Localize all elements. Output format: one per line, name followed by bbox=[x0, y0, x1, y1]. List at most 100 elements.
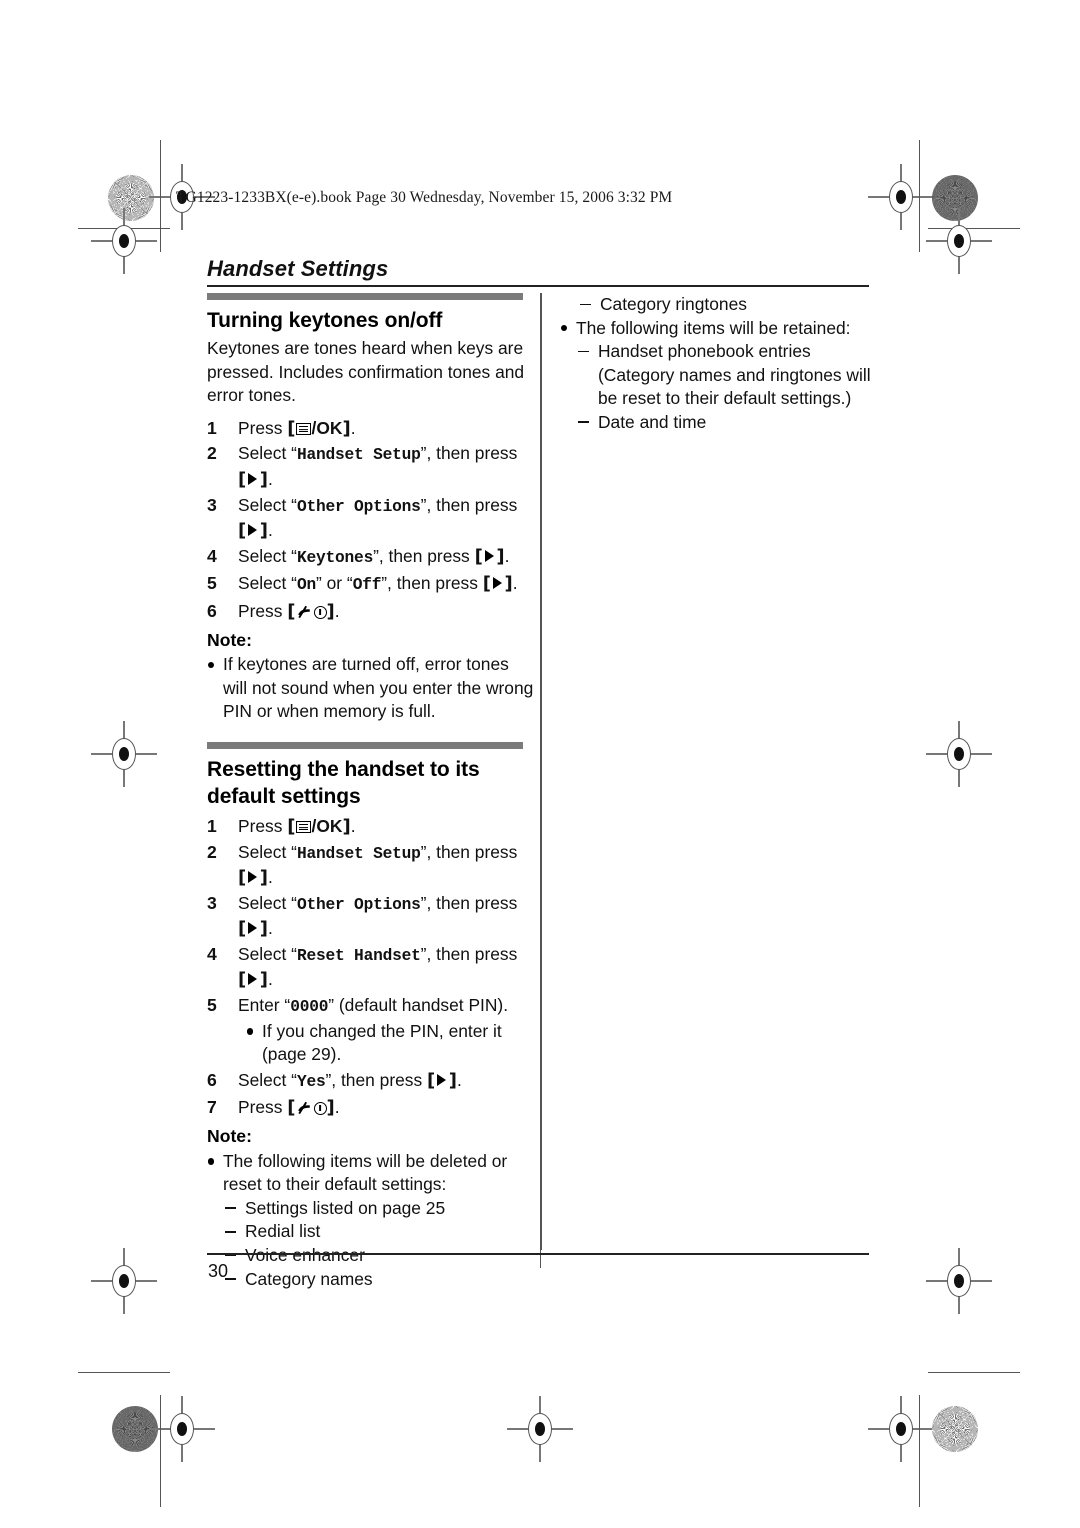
step-text: Press []. bbox=[238, 600, 340, 622]
section-bar bbox=[207, 741, 523, 749]
deleted-items-list: Settings listed on page 25 Redial list V… bbox=[223, 1197, 537, 1291]
note-item: The following items will be retained: Ha… bbox=[560, 317, 890, 435]
registration-mark-icon bbox=[507, 1396, 573, 1462]
right-arrow-key-icon: [] bbox=[482, 573, 513, 595]
step-item: 7 Press []. bbox=[207, 1096, 537, 1120]
bullet-icon bbox=[208, 661, 215, 669]
step-number: 4 bbox=[207, 545, 217, 566]
dash-icon bbox=[578, 421, 589, 424]
bullet-icon bbox=[561, 325, 568, 332]
step-item: 2 Select “Handset Setup”, then press []. bbox=[207, 442, 537, 491]
crop-line bbox=[78, 1372, 170, 1374]
list-item: Voice enhancer bbox=[223, 1244, 537, 1268]
step-item: 2 Select “Handset Setup”, then press []. bbox=[207, 841, 537, 890]
menu-value: Off bbox=[352, 576, 382, 595]
step-text: Press [/OK]. bbox=[238, 417, 356, 439]
step-number: 1 bbox=[207, 417, 217, 438]
crop-line bbox=[160, 140, 162, 252]
note-text: The following items will be retained: bbox=[576, 317, 851, 338]
item-text: Category ringtones bbox=[600, 294, 747, 314]
step-list: 1 Press [/OK]. 2 Select “Handset Setup”,… bbox=[207, 815, 537, 1120]
registration-mark-icon bbox=[926, 721, 992, 787]
rosette-density-mark-icon bbox=[932, 1406, 978, 1452]
step-item: 6 Select “Yes”, then press []. bbox=[207, 1069, 537, 1095]
substep-list: If you changed the PIN, enter it (page 2… bbox=[246, 1020, 537, 1067]
menu-value: Keytones bbox=[296, 548, 374, 567]
running-head-title: Handset Settings bbox=[207, 256, 389, 281]
right-arrow-key-icon: [] bbox=[427, 1069, 457, 1091]
step-item: 1 Press [/OK]. bbox=[207, 417, 537, 441]
dash-icon bbox=[225, 1207, 236, 1209]
note-text: If keytones are turned off, error tones … bbox=[223, 654, 534, 722]
step-number: 2 bbox=[207, 841, 217, 862]
running-head-rule bbox=[207, 285, 869, 287]
section-bar bbox=[207, 293, 523, 300]
menu-value: Yes bbox=[296, 1072, 326, 1091]
registration-mark-icon bbox=[868, 164, 934, 230]
rosette-density-mark-icon bbox=[932, 175, 978, 221]
right-arrow-key-icon: [] bbox=[238, 969, 268, 991]
book-file-header: TG1223-1233BX(e-e).book Page 30 Wednesda… bbox=[176, 189, 673, 206]
column-divider bbox=[540, 293, 542, 1250]
step-number: 4 bbox=[207, 943, 217, 964]
step-number: 1 bbox=[207, 815, 217, 836]
list-item: Settings listed on page 25 bbox=[223, 1197, 537, 1221]
crop-line bbox=[928, 1372, 1020, 1374]
substep-text: If you changed the PIN, enter it (page 2… bbox=[262, 1020, 502, 1065]
step-text: Select “Handset Setup”, then press []. bbox=[238, 841, 518, 889]
note-item: If keytones are turned off, error tones … bbox=[207, 653, 537, 724]
step-text: Select “Yes”, then press []. bbox=[238, 1069, 462, 1091]
note-item: The following items will be deleted or r… bbox=[207, 1150, 537, 1292]
step-item: 1 Press [/OK]. bbox=[207, 815, 537, 839]
step-number: 3 bbox=[207, 494, 217, 515]
item-text: Date and time bbox=[598, 411, 707, 432]
retained-note-list: The following items will be retained: Ha… bbox=[560, 317, 890, 435]
rosette-density-mark-icon bbox=[108, 175, 154, 221]
step-text: Press []. bbox=[238, 1097, 340, 1119]
section-resetting-handset: Resetting the handset to its default set… bbox=[207, 741, 537, 1292]
pin-value: 0000 bbox=[290, 998, 329, 1017]
bullet-icon bbox=[247, 1028, 254, 1035]
menu-value: Handset Setup bbox=[296, 844, 421, 863]
menu-ok-key-icon: [/OK] bbox=[287, 815, 351, 837]
crop-line bbox=[919, 140, 921, 252]
list-item: Date and time bbox=[576, 411, 890, 435]
note-label: Note: bbox=[207, 1126, 252, 1147]
menu-value: Reset Handset bbox=[296, 946, 421, 965]
step-item: 5 Enter “0000” (default handset PIN). If… bbox=[207, 994, 537, 1067]
footer-rule bbox=[207, 1253, 869, 1255]
menu-value: Other Options bbox=[296, 895, 421, 914]
registration-mark-icon bbox=[91, 1248, 157, 1314]
step-item: 5 Select “On” or “Off”, then press []. bbox=[207, 572, 537, 598]
note-label: Note: bbox=[207, 629, 252, 650]
list-item: Redial list bbox=[223, 1220, 537, 1244]
dash-icon bbox=[580, 303, 591, 306]
menu-value: Other Options bbox=[296, 497, 421, 516]
right-column: Category ringtones The following items w… bbox=[560, 293, 890, 435]
dash-icon bbox=[578, 350, 589, 353]
right-arrow-key-icon: [] bbox=[238, 918, 268, 940]
step-text: Select “Keytones”, then press []. bbox=[238, 545, 510, 567]
step-number: 3 bbox=[207, 892, 217, 913]
dash-icon bbox=[225, 1230, 236, 1233]
menu-ok-key-icon: [/OK] bbox=[287, 417, 351, 439]
menu-value: Handset Setup bbox=[296, 446, 421, 465]
registration-mark-icon bbox=[149, 1396, 215, 1462]
item-text: Category names bbox=[245, 1268, 373, 1289]
step-number: 6 bbox=[207, 600, 217, 621]
right-arrow-key-icon: [] bbox=[474, 545, 505, 567]
step-text: Select “Other Options”, then press []. bbox=[238, 892, 518, 940]
page-number: 30 bbox=[208, 1261, 229, 1281]
menu-value: On bbox=[296, 576, 316, 595]
off-power-key-icon: [] bbox=[287, 600, 335, 622]
continued-items-list: Category ringtones bbox=[578, 293, 890, 317]
step-item: 6 Press []. bbox=[207, 600, 537, 624]
note-list: If keytones are turned off, error tones … bbox=[207, 653, 537, 724]
step-text: Enter “0000” (default handset PIN). bbox=[238, 995, 509, 1017]
step-number: 5 bbox=[207, 995, 217, 1016]
step-number: 6 bbox=[207, 1069, 217, 1090]
list-item: Category ringtones bbox=[578, 293, 890, 317]
step-number: 2 bbox=[207, 443, 217, 464]
list-item: Handset phonebook entries (Category name… bbox=[576, 340, 890, 411]
note-list: The following items will be deleted or r… bbox=[207, 1150, 537, 1292]
